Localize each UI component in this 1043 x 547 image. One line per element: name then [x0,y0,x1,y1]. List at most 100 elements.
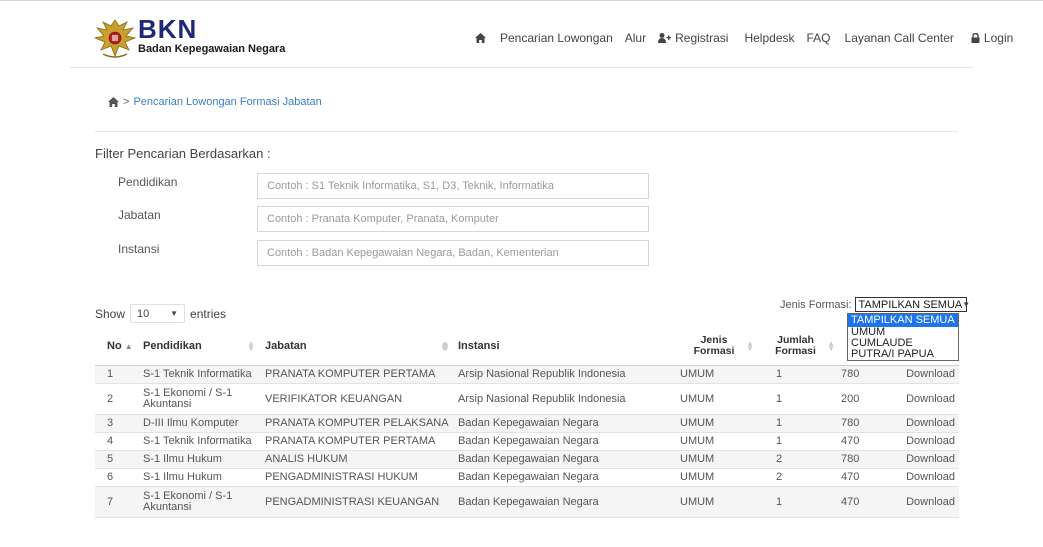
cell-jenis: UMUM [666,468,762,487]
jenis-formasi-value: TAMPILKAN SEMUA [858,298,963,311]
jenis-formasi-select[interactable]: TAMPILKAN SEMUA ▼ [854,297,970,312]
table-row: 2 S-1 Ekonomi / S-1 Akuntansi VERIFIKATO… [95,383,959,415]
header-pendidikan[interactable]: Pendidikan ▲ ▼ [139,327,261,366]
jenis-formasi-dropdown: TAMPILKAN SEMUA UMUM CUMLAUDE PUTRA/I PA… [847,313,959,361]
header-no[interactable]: No ▲ [95,327,139,366]
cell-instansi: Badan Kepegawaian Negara [454,432,666,451]
cell-jumlah: 2 [762,450,829,469]
header-label: No [107,339,122,352]
cell-pendidikan: S-1 Teknik Informatika [139,432,261,451]
nav-pencarian-lowongan[interactable]: Pencarian Lowongan [500,31,613,45]
table-header-row: No ▲ Pendidikan ▲ ▼ Jabatan ▲ ▼ Instansi ▲ ▼ J… [95,327,959,366]
entries-label: entries [190,306,227,321]
cell-pendidikan-text: S-1 Ekonomi / S-1 Akuntansi [143,386,233,410]
pendidikan-input[interactable] [257,173,649,199]
dropdown-option[interactable]: PUTRA/I PAPUA [848,349,958,360]
header-instansi[interactable]: Instansi ▲ ▼ [442,327,666,366]
filter-row-instansi: Instansi [0,240,1043,266]
logo-title: BKN [138,14,198,44]
table-row: 4 S-1 Teknik Informatika PRANATA KOMPUTE… [95,432,959,451]
download-link[interactable]: Download [886,450,959,469]
table-row: 1 S-1 Teknik Informatika PRANATA KOMPUTE… [95,365,959,384]
header-label: Pendidikan [143,339,202,352]
cell-instansi: Badan Kepegawaian Negara [454,450,666,469]
cell-no: 5 [95,450,139,469]
logo-subtitle: Badan Kepegawaian Negara [138,43,286,55]
breadcrumb-divider [95,131,958,132]
cell-jumlah: 2 [762,468,829,487]
nav-registrasi[interactable]: Registrasi [658,31,728,45]
nav-alur[interactable]: Alur [625,31,646,45]
cell-jenis: UMUM [666,365,762,384]
cell-jumlah: 1 [762,486,829,518]
cell-col7: 470 [829,468,886,487]
nav-label: Pencarian Lowongan [500,31,613,45]
nav-helpdesk[interactable]: Helpdesk [744,31,794,45]
header-label: Formasi [775,344,816,357]
cell-jabatan: PENGADMINISTRASI HUKUM [261,468,454,487]
download-link[interactable]: Download [886,365,959,384]
nav-faq[interactable]: FAQ [807,31,831,45]
cell-no: 6 [95,468,139,487]
filter-title: Filter Pencarian Berdasarkan : [95,146,271,161]
main-nav: Pencarian Lowongan Alur Registrasi Helpd… [475,29,1013,47]
jenis-formasi-label: Jenis Formasi: [780,298,852,311]
top-border [0,0,1043,1]
jabatan-label: Jabatan [118,208,161,222]
show-label: Show [95,306,126,321]
download-link[interactable]: Download [886,486,959,518]
header-label: Instansi [458,339,500,352]
cell-no: 7 [95,486,139,518]
cell-jenis: UMUM [666,383,762,415]
download-link[interactable]: Download [886,468,959,487]
table-row: 3 D-III Ilmu Komputer PRANATA KOMPUTER P… [95,414,959,433]
home-icon[interactable] [108,97,119,107]
nav-layanan-call-center[interactable]: Layanan Call Center [845,31,954,45]
cell-col7: 780 [829,414,886,433]
cell-jabatan: PRANATA KOMPUTER PERTAMA [261,432,454,451]
nav-label: Login [983,31,1014,45]
header-jenis-formasi[interactable]: Jenis Formasi ▲ ▼ [666,327,762,366]
header-jabatan[interactable]: Jabatan ▲ ▼ [261,327,454,366]
cell-jumlah: 1 [762,383,829,415]
entries-select[interactable]: 10 ▼ [130,304,186,323]
pendidikan-label: Pendidikan [118,175,178,189]
cell-jumlah: 1 [762,432,829,451]
nav-label: Layanan Call Center [844,31,954,45]
bkn-logo[interactable]: BKN Badan Kepegawaian Negara [93,14,303,64]
cell-instansi: Badan Kepegawaian Negara [454,414,666,433]
download-link[interactable]: Download [886,414,959,433]
table-row: 7 S-1 Ekonomi / S-1 Akuntansi PENGADMINI… [95,486,959,518]
cell-col7: 470 [829,486,886,518]
cell-instansi: Arsip Nasional Republik Indonesia [454,383,666,415]
cell-jabatan: PRANATA KOMPUTER PELAKSANA [261,414,454,433]
show-entries: Show 10 ▼ entries [95,304,226,323]
cell-col7: 780 [829,365,886,384]
header-divider [70,67,973,68]
breadcrumb-current[interactable]: Pencarian Lowongan Formasi Jabatan [133,96,321,108]
cell-col7: 470 [829,432,886,451]
nav-label: Helpdesk [744,31,795,45]
download-link[interactable]: Download [886,432,959,451]
instansi-input[interactable] [257,240,649,266]
cell-col7: 200 [829,383,886,415]
nav-login[interactable]: Login [971,31,1013,45]
nav-home[interactable] [475,33,486,43]
download-link[interactable]: Download [886,383,959,415]
jabatan-input[interactable] [257,206,649,232]
home-icon [475,33,486,43]
header-jumlah-formasi[interactable]: Jumlah Formasi ▲ ▼ [762,327,835,366]
sort-icon: ▲ ▼ [746,339,754,353]
cell-jumlah: 1 [762,365,829,384]
cell-jabatan: PRANATA KOMPUTER PERTAMA [261,365,454,384]
cell-jabatan: ANALIS HUKUM [261,450,454,469]
cell-jenis: UMUM [666,486,762,518]
cell-pendidikan-text: S-1 Ekonomi / S-1 Akuntansi [143,489,233,513]
sort-icon: ▲ ▼ [442,339,450,353]
nav-label: Alur [624,31,647,45]
table-row: 5 S-1 Ilmu Hukum ANALIS HUKUM Badan Kepe… [95,450,959,469]
jenis-formasi-filter: Jenis Formasi: TAMPILKAN SEMUA ▼ [780,297,970,312]
cell-jenis: UMUM [666,432,762,451]
table-row: 6 S-1 Ilmu Hukum PENGADMINISTRASI HUKUM … [95,468,959,487]
cell-instansi: Badan Kepegawaian Negara [454,486,666,518]
